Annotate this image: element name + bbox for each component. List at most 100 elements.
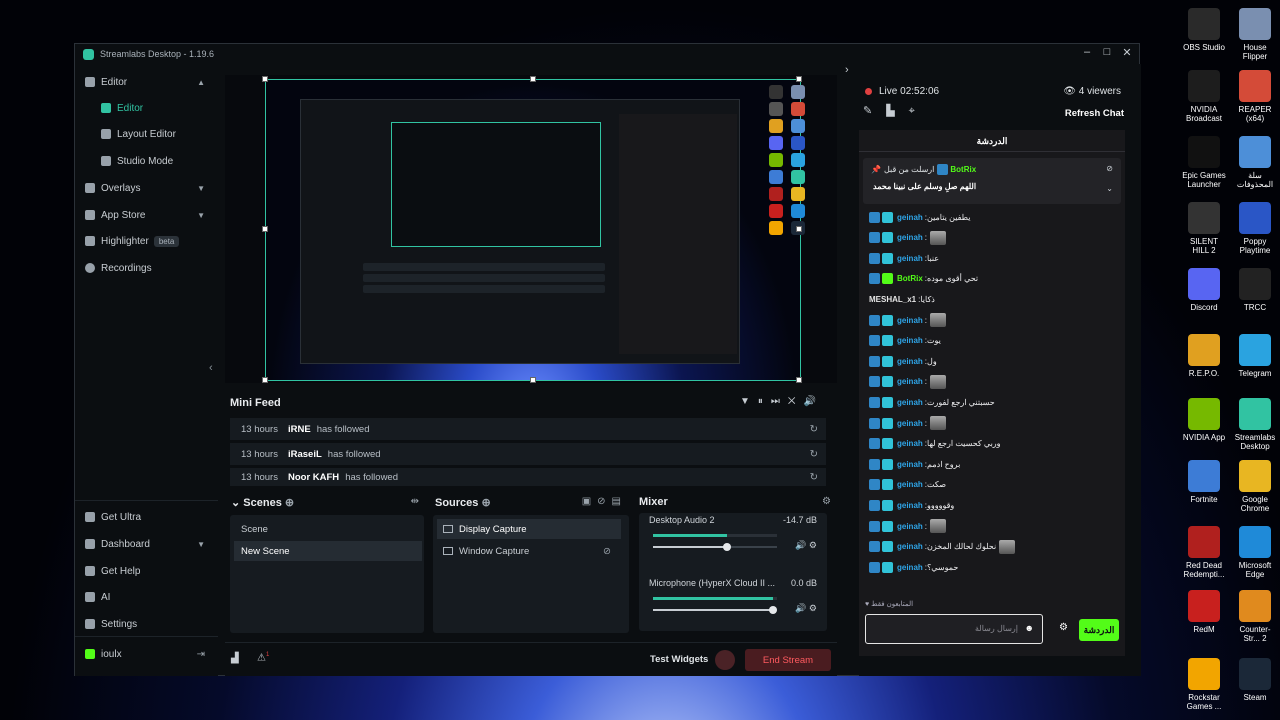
chat-send-button[interactable]: الدردشة — [1079, 619, 1119, 641]
source-tools-icons[interactable]: ▣⊘▤ — [582, 496, 627, 507]
sidebar-item-studio-mode[interactable]: Studio Mode — [101, 151, 225, 171]
volume-slider[interactable] — [653, 606, 778, 614]
desktop-icon[interactable]: Rockstar Games ... — [1181, 658, 1227, 711]
repeat-alert-icon[interactable]: ↻ — [810, 424, 818, 435]
chat-username[interactable]: geinah — [897, 563, 923, 572]
sidebar-item-app-store[interactable]: App Store ▼ — [85, 205, 209, 225]
desktop-icon[interactable]: TRCC — [1232, 268, 1278, 312]
sidebar-item-get-ultra[interactable]: Get Ultra — [85, 507, 209, 527]
refresh-chat-button[interactable]: Refresh Chat — [1065, 108, 1124, 119]
resize-handle[interactable] — [262, 76, 268, 82]
repeat-alert-icon[interactable]: ↻ — [810, 472, 818, 483]
chat-username[interactable]: BotRix — [897, 274, 923, 283]
chat-username[interactable]: geinah — [897, 316, 923, 325]
desktop-icon[interactable]: Red Dead Redempti... — [1181, 526, 1227, 579]
chat-username[interactable]: geinah — [897, 254, 923, 263]
stream-preview[interactable] — [225, 75, 837, 383]
resize-handle[interactable] — [796, 226, 802, 232]
desktop-icon[interactable]: Poppy Playtime — [1232, 202, 1278, 255]
desktop-icon[interactable]: SILENT HILL 2 — [1181, 202, 1227, 255]
mute-and-settings-icons[interactable]: 🔊 ⚙ — [795, 540, 817, 551]
logout-icon[interactable]: ⇥ — [197, 649, 205, 660]
test-widgets-label[interactable]: Test Widgets — [650, 654, 708, 665]
desktop-icon[interactable]: House Flipper — [1232, 8, 1278, 61]
desktop-icon[interactable]: NVIDIA App — [1181, 398, 1227, 442]
mute-and-settings-icons[interactable]: 🔊 ⚙ — [795, 603, 817, 614]
performance-icon[interactable]: ▟ — [231, 653, 239, 664]
desktop-icon[interactable]: Microsoft Edge — [1232, 526, 1278, 579]
minimize-icon[interactable]: – — [1079, 46, 1095, 58]
desktop-icon[interactable]: سلة المحذوفات — [1232, 136, 1278, 189]
desktop-icon[interactable]: Epic Games Launcher — [1181, 136, 1227, 189]
add-scene-icon[interactable]: ⊕ — [285, 497, 294, 509]
scene-transitions-icon[interactable]: ⇹ — [411, 496, 419, 507]
chat-username[interactable]: geinah — [897, 377, 923, 386]
desktop-icon[interactable]: OBS Studio — [1181, 8, 1227, 52]
scene-item[interactable]: Scene — [234, 519, 422, 539]
add-source-icon[interactable]: ⊕ — [481, 497, 490, 509]
warning-icon[interactable]: ⚠1 — [257, 652, 269, 663]
chat-username[interactable]: geinah — [897, 542, 923, 551]
sidebar-item-recordings[interactable]: Recordings — [85, 258, 209, 278]
chat-username[interactable]: geinah — [897, 233, 923, 242]
desktop-icon[interactable]: Streamlabs Desktop — [1232, 398, 1278, 451]
desktop-icon[interactable]: Google Chrome — [1232, 460, 1278, 513]
desktop-icon[interactable]: Discord — [1181, 268, 1227, 312]
resize-handle[interactable] — [262, 377, 268, 383]
chat-username[interactable]: geinah — [897, 501, 923, 510]
chat-username[interactable]: geinah — [897, 213, 923, 222]
source-item[interactable]: Window Capture ⊘ — [437, 541, 621, 561]
resize-handle[interactable] — [796, 377, 802, 383]
sidebar-item-get-help[interactable]: Get Help — [85, 561, 209, 581]
collapse-chat-icon[interactable]: › — [845, 64, 849, 76]
test-widgets-toggle[interactable] — [715, 650, 735, 670]
volume-slider-knob[interactable] — [769, 606, 778, 614]
sidebar-item-overlays[interactable]: Overlays ▼ — [85, 178, 209, 198]
resize-handle[interactable] — [530, 76, 536, 82]
user-account[interactable]: ioulx ⇥ — [85, 644, 209, 664]
chat-tools-icons[interactable]: ✎▙⌖ — [863, 104, 929, 118]
volume-slider-knob[interactable] — [723, 543, 732, 551]
desktop-icon[interactable]: RedM — [1181, 590, 1227, 634]
chat-username[interactable]: geinah — [897, 398, 923, 407]
resize-handle[interactable] — [530, 377, 536, 383]
resize-handle[interactable] — [796, 76, 802, 82]
chat-username[interactable]: MESHAL_x1 — [869, 295, 916, 304]
chevron-down-icon[interactable]: ⌄ — [1106, 184, 1113, 193]
emoji-icon[interactable]: ☻ — [1025, 623, 1034, 633]
desktop-icon[interactable]: Telegram — [1232, 334, 1278, 378]
repeat-alert-icon[interactable]: ↻ — [810, 449, 818, 460]
desktop-icon[interactable]: Steam — [1232, 658, 1278, 702]
sidebar-item-editor[interactable]: Editor — [101, 98, 225, 118]
chat-username[interactable]: geinah — [897, 460, 923, 469]
feed-controls-icons[interactable]: ▼⏸⏭✕🔊 — [740, 396, 824, 407]
unpin-icon[interactable]: ⊘ — [1106, 164, 1113, 173]
sidebar-item-settings[interactable]: Settings — [85, 614, 209, 634]
visibility-hidden-icon[interactable]: ⊘ — [603, 546, 611, 557]
desktop-icon[interactable]: Counter-Str... 2 — [1232, 590, 1278, 643]
end-stream-button[interactable]: End Stream — [745, 649, 831, 671]
maximize-icon[interactable]: □ — [1099, 46, 1115, 58]
collapse-left-icon[interactable]: ‹ — [209, 362, 213, 374]
chat-username[interactable]: geinah — [897, 357, 923, 366]
source-item-selected[interactable]: Display Capture — [437, 519, 621, 539]
chat-input[interactable]: إرسال رسالة ☻ — [865, 614, 1043, 644]
gear-icon[interactable]: ⚙ — [822, 496, 831, 507]
volume-slider[interactable] — [653, 543, 777, 551]
chat-username[interactable]: geinah — [897, 480, 923, 489]
resize-handle[interactable] — [262, 226, 268, 232]
desktop-icon[interactable]: Fortnite — [1181, 460, 1227, 504]
chat-username[interactable]: geinah — [897, 439, 923, 448]
close-icon[interactable]: ✕ — [1119, 46, 1135, 59]
desktop-icon[interactable]: NVIDIA Broadcast — [1181, 70, 1227, 123]
desktop-icon[interactable]: REAPER (x64) — [1232, 70, 1278, 123]
gear-icon[interactable]: ⚙ — [1059, 622, 1068, 633]
sidebar-item-editor-group[interactable]: Editor ▲ — [85, 72, 209, 92]
chat-username[interactable]: geinah — [897, 336, 923, 345]
display-capture-source[interactable] — [265, 79, 805, 381]
chat-username[interactable]: geinah — [897, 522, 923, 531]
sidebar-item-highlighter[interactable]: Highlighter beta — [85, 231, 209, 251]
sidebar-item-layout-editor[interactable]: Layout Editor — [101, 124, 225, 144]
sidebar-item-dashboard[interactable]: Dashboard ▼ — [85, 534, 209, 554]
desktop-icon[interactable]: R.E.P.O. — [1181, 334, 1227, 378]
